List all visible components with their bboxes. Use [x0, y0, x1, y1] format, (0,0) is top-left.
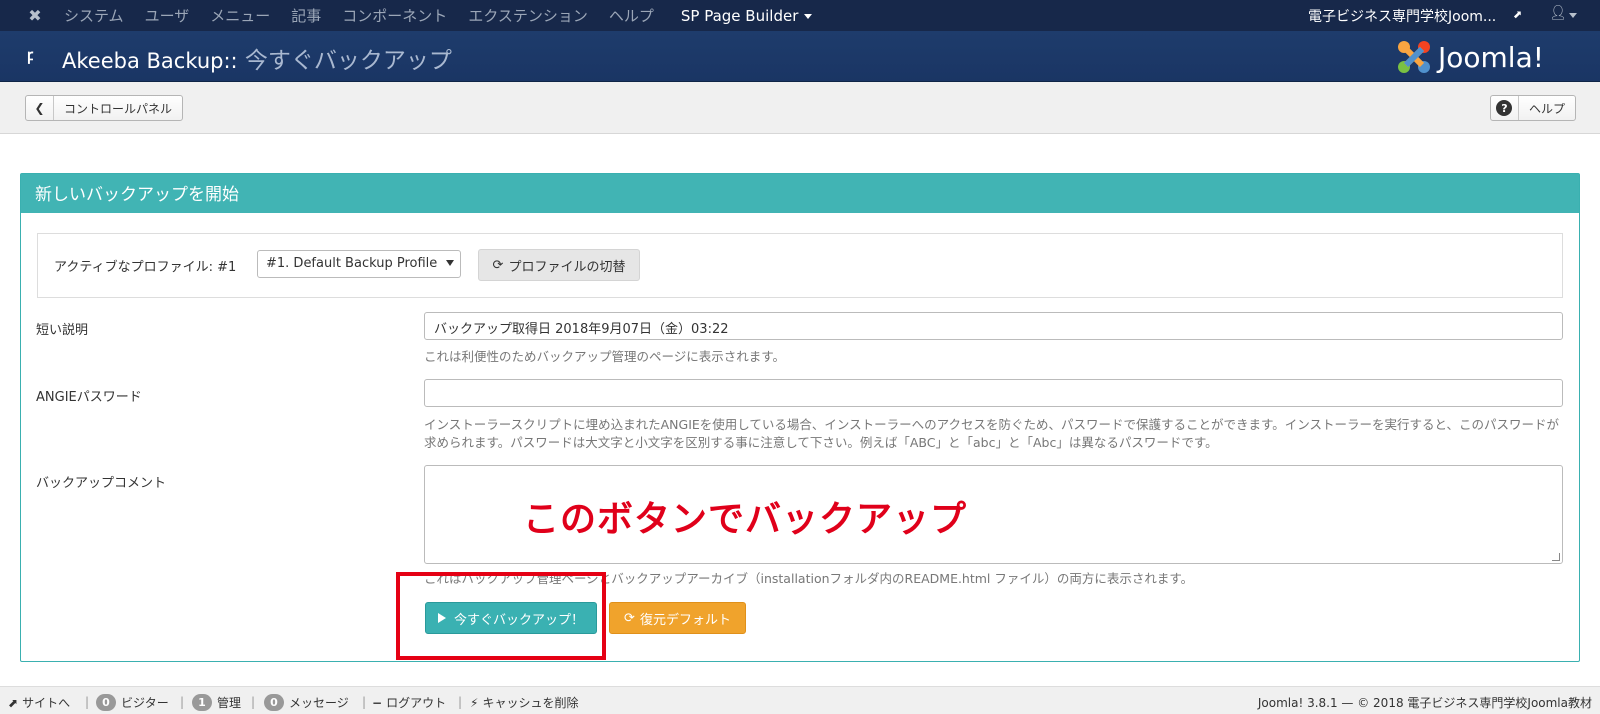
admin-menubar: ✖ システム ユーザ メニュー 記事 コンポーネント エクステンション ヘルプ …: [0, 0, 1600, 31]
joomla-logo: Joomla!: [1394, 37, 1574, 77]
admins-label: 管理: [217, 696, 242, 710]
page-title-sub: 今すぐバックアップ: [237, 48, 452, 74]
divider: |: [362, 695, 367, 709]
divider: |: [458, 695, 463, 709]
question-icon: ?: [1496, 100, 1513, 116]
clear-cache-label: キャッシュを削除: [482, 696, 579, 710]
switch-profile-label: プロファイルの切替: [508, 259, 626, 275]
new-backup-panel: 新しいバックアップを開始 アクティブなプロファイル: #1 #1. Defaul…: [20, 173, 1580, 662]
menu-help[interactable]: ヘルプ: [609, 5, 654, 26]
profile-select[interactable]: #1. Default Backup Profile: [257, 250, 461, 278]
status-bar: ⬈ サイトへ | 0 ビジター | 1 管理 | 0 メッセージ | − ログアウト | …: [0, 686, 1600, 714]
help-button[interactable]: ? ヘルプ: [1490, 95, 1576, 121]
active-profile-label: アクティブなプロファイル: #1: [54, 260, 237, 275]
annotation-highlight-box: [396, 572, 606, 660]
profile-box: アクティブなプロファイル: #1 #1. Default Backup Prof…: [37, 233, 1563, 298]
admins-count-badge: 1: [192, 694, 212, 711]
angie-password-label: ANGIEパスワード: [36, 390, 142, 405]
angie-password-input[interactable]: [424, 379, 1563, 407]
view-site-link[interactable]: ⬈ サイトへ: [8, 694, 70, 711]
visitors-count-badge: 0: [96, 694, 116, 711]
refresh-icon: ⟳: [492, 257, 504, 273]
logout-label: ログアウト: [386, 696, 447, 710]
view-site-label: サイトへ: [22, 696, 71, 710]
joomla-logo-icon: [1398, 41, 1430, 73]
page-header: ꝼ Akeeba Backup:: 今すぐバックアップ Joomla!: [0, 31, 1600, 82]
messages-count-badge: 0: [264, 694, 284, 711]
menu-sp-page-builder[interactable]: SP Page Builder: [680, 6, 813, 25]
user-icon[interactable]: 👤︎: [1549, 5, 1567, 21]
menu-menus[interactable]: メニュー: [210, 5, 270, 26]
page-title-main: Akeeba Backup::: [62, 49, 238, 73]
angie-password-help: インストーラースクリプトに埋め込まれたANGIEを使用している場合、インストーラ…: [424, 416, 1563, 452]
backup-comment-label: バックアップコメント: [36, 476, 167, 491]
divider: |: [85, 695, 90, 709]
reset-defaults-button[interactable]: ⟳ 復元デフォルト: [609, 602, 746, 634]
visitors-label: ビジター: [121, 696, 169, 710]
menu-users[interactable]: ユーザ: [145, 5, 190, 26]
question-icon-wrap: ?: [1491, 96, 1519, 120]
sp-page-builder-label: SP Page Builder: [680, 6, 799, 25]
description-help: これは利便性のためバックアップ管理のページに表示されます。: [424, 349, 786, 364]
menu-system[interactable]: システム: [64, 5, 124, 26]
admins-status: 1 管理: [192, 694, 241, 711]
description-input[interactable]: バックアップ取得日 2018年9月07日（金）03:22: [424, 312, 1563, 340]
flash-icon: ⚡︎: [470, 695, 479, 710]
menu-extensions[interactable]: エクステンション: [468, 5, 588, 26]
panel-heading: 新しいバックアップを開始: [21, 174, 1579, 213]
toolbar: ❮ コントロールパネル ? ヘルプ: [0, 82, 1600, 134]
logout-link[interactable]: − ログアウト: [372, 694, 446, 711]
control-panel-label: コントロールパネル: [63, 101, 172, 116]
visitors-status: 0 ビジター: [96, 694, 169, 711]
page-title: Akeeba Backup:: 今すぐバックアップ: [62, 41, 452, 75]
external-link-icon: ⬈: [8, 695, 19, 710]
messages-link[interactable]: 0 メッセージ: [264, 694, 349, 711]
refresh-icon: ⟳: [624, 610, 635, 626]
chevron-left-icon: ❮: [26, 96, 54, 120]
reset-defaults-label: 復元デフォルト: [639, 612, 731, 628]
user-chevron-down-icon[interactable]: [1569, 13, 1577, 18]
clear-cache-link[interactable]: ⚡︎ キャッシュを削除: [470, 694, 578, 711]
joomla-menu-icon[interactable]: ✖: [20, 6, 50, 25]
akeeba-icon: ꝼ: [27, 46, 34, 64]
divider: |: [180, 695, 185, 709]
resize-handle-icon[interactable]: [1552, 553, 1560, 561]
site-name-link[interactable]: 電子ビジネス専門学校Joom...: [1308, 6, 1496, 26]
annotation-text: このボタンでバックアップ: [523, 499, 968, 540]
switch-profile-button[interactable]: ⟳ プロファイルの切替: [478, 249, 640, 281]
profile-select-value: #1. Default Backup Profile: [266, 256, 438, 271]
chevron-down-icon: [804, 13, 813, 19]
joomla-logo-text: Joomla!: [1438, 41, 1544, 74]
minus-icon: −: [372, 695, 383, 710]
external-link-icon: ⬈: [1513, 8, 1523, 21]
description-label: 短い説明: [36, 323, 89, 338]
select-arrow-icon: [446, 260, 454, 266]
messages-label: メッセージ: [289, 696, 349, 710]
menu-components[interactable]: コンポーネント: [342, 5, 447, 26]
divider: |: [251, 695, 256, 709]
angie-help-line-2: 求められます。パスワードは大文字と小文字を区別する事に注意して下さい。例えば「A…: [424, 435, 1218, 450]
copyright-text: Joomla! 3.8.1 — © 2018 電子ビジネス専門学校Joomla教…: [1257, 696, 1592, 710]
control-panel-button[interactable]: ❮ コントロールパネル: [25, 95, 183, 121]
menu-content[interactable]: 記事: [291, 5, 321, 26]
help-label: ヘルプ: [1528, 101, 1565, 116]
angie-help-line-1: インストーラースクリプトに埋め込まれたANGIEを使用している場合、インストーラ…: [424, 417, 1560, 432]
